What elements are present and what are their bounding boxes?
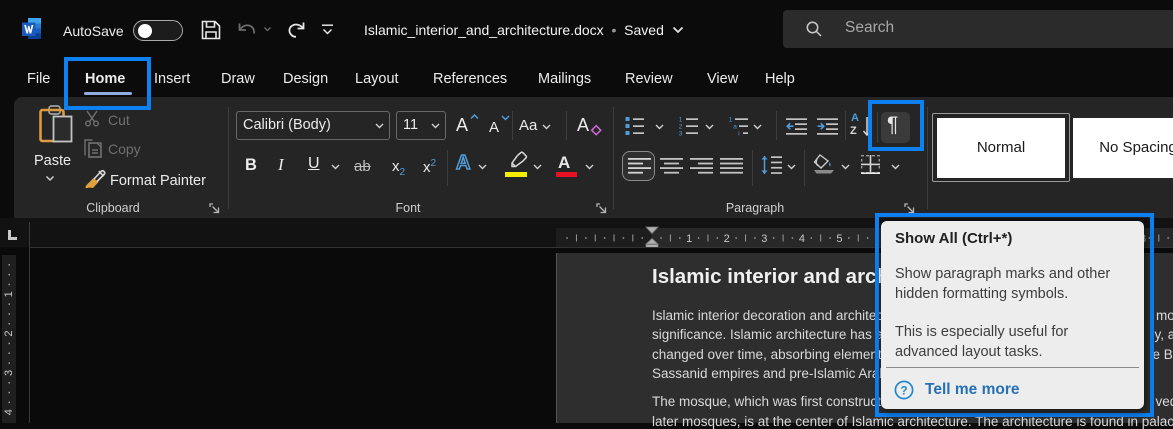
svg-text:?: ? [900, 385, 907, 397]
